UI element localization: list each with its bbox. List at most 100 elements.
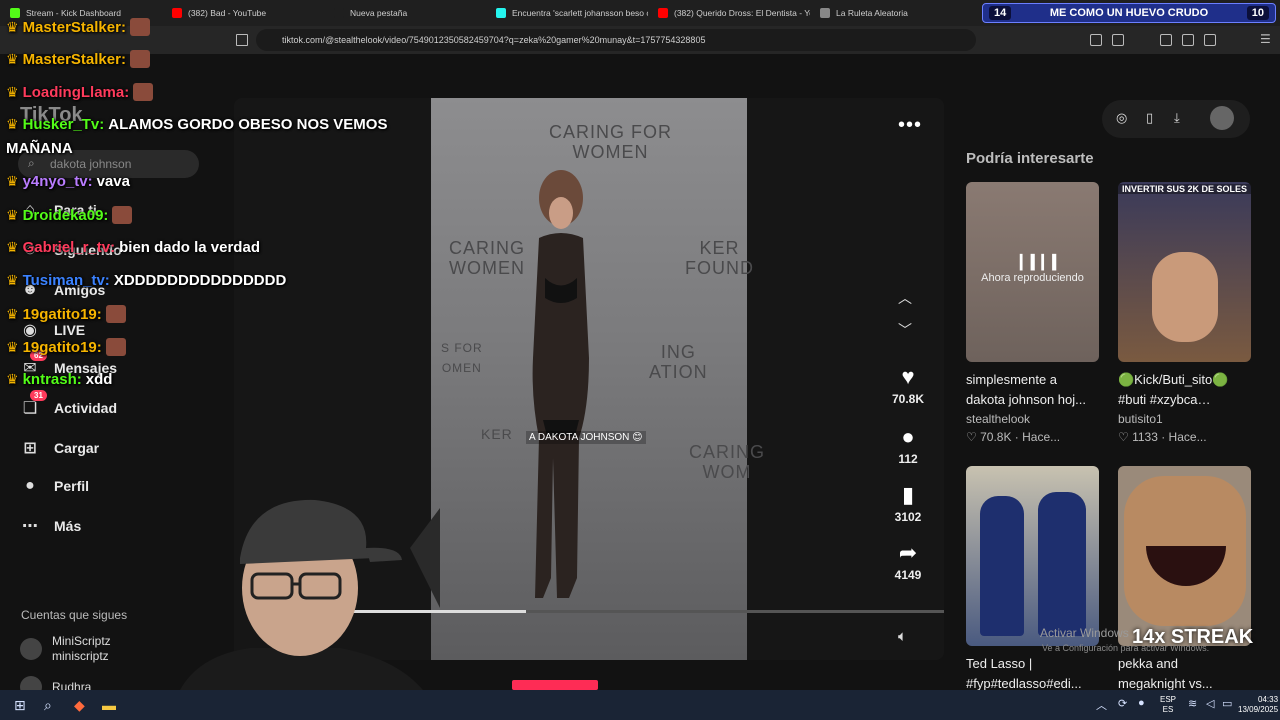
sidebar-icon[interactable] xyxy=(1182,34,1194,46)
video-thumbnail[interactable] xyxy=(1118,466,1251,646)
address-bar[interactable]: tiktok.com/@stealthelook/video/754901235… xyxy=(256,29,976,51)
tab-title: Nueva pestaña xyxy=(350,8,408,18)
chat-username: MasterStalker: xyxy=(22,18,126,36)
chat-username: Gabriel_r_tv: xyxy=(22,239,116,256)
chat-text: XDDDDDDDDDDDDDDD xyxy=(113,272,287,289)
bookmark-icon[interactable] xyxy=(236,34,248,46)
browser-tab[interactable]: La Ruleta Aleatoria xyxy=(810,0,972,26)
next-video-icon[interactable]: ﹀ xyxy=(898,320,912,340)
backdrop-text: KER FOUND xyxy=(685,238,754,278)
search-icon: ⌕ xyxy=(28,156,35,170)
notification-badge: 31 xyxy=(30,390,47,401)
device-icon[interactable]: ▯ xyxy=(1146,110,1153,126)
file-explorer-icon[interactable]: ▬ xyxy=(102,697,116,713)
menu-icon[interactable]: ☰ xyxy=(1260,32,1272,46)
windows-start-icon[interactable]: ⊞ xyxy=(14,697,26,714)
coins-icon[interactable]: ◎ xyxy=(1116,110,1127,126)
video-thumbnail[interactable] xyxy=(966,466,1099,646)
tab-title: Encuentra 'scarlett johansson beso c... xyxy=(512,8,648,18)
tab-favicon-icon xyxy=(658,8,668,18)
wifi-icon[interactable]: ≋ xyxy=(1188,697,1197,710)
person-figure xyxy=(980,496,1024,636)
chat-text: MAÑANA xyxy=(6,140,73,157)
recommended-video-card[interactable]: INVERTIR SUS 2K DE SOLES 🟢Kick/Buti_sito… xyxy=(1118,182,1251,446)
browser-tab[interactable]: (382) Bad - YouTube xyxy=(162,0,324,26)
windows-taskbar: ⊞ ⌕ ◆ ▬ ︿ ⟳ ● ESP ES ≋ ◁ ▭ 04:33 13/09/202… xyxy=(0,690,1280,720)
sidebar-item-label: Actividad xyxy=(54,400,118,416)
crown-badge-icon: ♛ xyxy=(6,272,19,288)
follow-button[interactable] xyxy=(512,680,598,690)
activity-icon: ❏ 31 xyxy=(20,390,47,418)
video-thumbnail[interactable]: INVERTIR SUS 2K DE SOLES xyxy=(1118,182,1251,362)
crown-badge-icon: ♛ xyxy=(6,83,19,100)
volume-icon[interactable]: 🔈︎ xyxy=(898,628,907,645)
following-section-title: Cuentas que sigues xyxy=(21,608,128,622)
brave-browser-icon[interactable]: ◆ xyxy=(74,697,85,714)
browser-tab[interactable]: Encuentra 'scarlett johansson beso c... xyxy=(486,0,648,26)
chat-message: ♛ 19gatito19: xyxy=(6,338,126,356)
comment-button[interactable]: ● 112 xyxy=(884,424,932,466)
person-face xyxy=(1152,252,1218,342)
emote-icon xyxy=(105,338,126,356)
more-icon: ⋯ xyxy=(22,518,38,535)
comment-icon: ● xyxy=(901,424,915,449)
backdrop-text: CARING FOR WOMEN xyxy=(549,122,673,162)
language-indicator[interactable]: ESP ES xyxy=(1160,695,1176,715)
chat-text: vava xyxy=(96,173,130,190)
sidebar-item-actividad[interactable]: ❏ 31 Actividad xyxy=(20,390,118,418)
volume-icon[interactable]: ◁ xyxy=(1206,697,1214,710)
chat-message: ♛ Gabriel_r_tv: bien dado la verdad xyxy=(6,239,260,256)
video-caption: A DAKOTA JOHNSON 😊 xyxy=(526,431,646,444)
sidebar-item-live[interactable]: ◉ LIVE xyxy=(20,320,85,340)
card-title: simplesmente a dakota johnson hoj... xyxy=(966,372,1086,407)
save-count: 3102 xyxy=(894,510,922,524)
browser-toolbar: tiktok.com/@stealthelook/video/754901235… xyxy=(0,26,1280,54)
recommended-video-card[interactable]: ▎▍▎▍ Ahora reproduciendo simplesmente ad… xyxy=(966,182,1099,446)
chevron-up-icon[interactable]: ︿ xyxy=(1096,697,1107,713)
battery-icon[interactable]: ▭ xyxy=(1222,697,1232,710)
share-button[interactable]: ➦ 4149 xyxy=(884,540,932,582)
following-item[interactable]: MiniScriptz miniscriptz xyxy=(20,634,111,664)
tab-favicon-icon xyxy=(10,8,20,18)
chat-text: xdd xyxy=(85,371,113,388)
chat-username: LoadingLlama: xyxy=(22,83,130,101)
download-icon[interactable]: ⤓ xyxy=(1174,110,1180,126)
sync-icon[interactable]: ⟳ xyxy=(1118,697,1127,710)
emote-icon xyxy=(105,305,126,323)
extension-icon[interactable] xyxy=(1090,34,1102,46)
microphone-icon[interactable]: ● xyxy=(1138,697,1145,709)
media-icon[interactable] xyxy=(1160,34,1172,46)
more-options-icon[interactable]: ••• xyxy=(898,114,922,137)
avatar[interactable] xyxy=(1210,106,1234,130)
thumbnail-text: INVERTIR SUS 2K DE SOLES xyxy=(1118,184,1251,194)
share-icon: ➦ xyxy=(898,540,918,565)
video-thumbnail[interactable]: ▎▍▎▍ Ahora reproduciendo xyxy=(966,182,1099,362)
like-button[interactable]: ♥ 70.8K xyxy=(884,364,932,406)
card-author[interactable]: butisito1 xyxy=(1118,410,1251,428)
video-frame[interactable]: CARING FOR WOMEN CARING WOMEN KER FOUND S F… xyxy=(431,98,764,660)
search-icon[interactable]: ⌕ xyxy=(44,697,52,714)
wallet-icon[interactable] xyxy=(1204,34,1216,46)
browser-tab[interactable]: Nueva pestaña xyxy=(324,0,486,26)
sidebar-item-más[interactable]: ⋯ Más xyxy=(20,516,81,536)
system-clock[interactable]: 04:33 13/09/2025 xyxy=(1238,695,1278,715)
recommended-video-card[interactable]: Ted Lasso | #fyp#tedlasso#edi... xyxy=(966,466,1099,694)
tab-favicon-icon xyxy=(496,8,506,18)
extension-icon[interactable] xyxy=(1112,34,1124,46)
chat-username: kntrash: xyxy=(22,371,82,388)
emote-icon xyxy=(129,50,150,68)
sidebar-item-cargar[interactable]: ⊞ Cargar xyxy=(20,438,99,458)
sidebar-item-perfil[interactable]: ● Perfil xyxy=(20,476,89,496)
backdrop-text: ING ATION xyxy=(649,342,708,382)
tab-title: Stream - Kick Dashboard xyxy=(26,8,121,18)
avatar xyxy=(20,638,42,660)
backdrop-text: KER xyxy=(481,426,513,442)
previous-video-icon[interactable]: ︿ xyxy=(898,288,912,308)
chat-message: ♛ Husker_Tv: ALAMOS GORDO OBESO NOS VEMOS xyxy=(6,116,387,133)
backdrop-text: S FOR OMEN xyxy=(441,341,483,375)
recommended-video-card[interactable]: pekka and megaknight vs... xyxy=(1118,466,1251,694)
save-button[interactable]: ▮ 3102 xyxy=(884,482,932,524)
browser-tab[interactable]: (382) Querido Dross: El Dentista - Yo... xyxy=(648,0,810,26)
card-author[interactable]: stealthelook xyxy=(966,410,1099,428)
tab-title: La Ruleta Aleatoria xyxy=(836,8,908,18)
